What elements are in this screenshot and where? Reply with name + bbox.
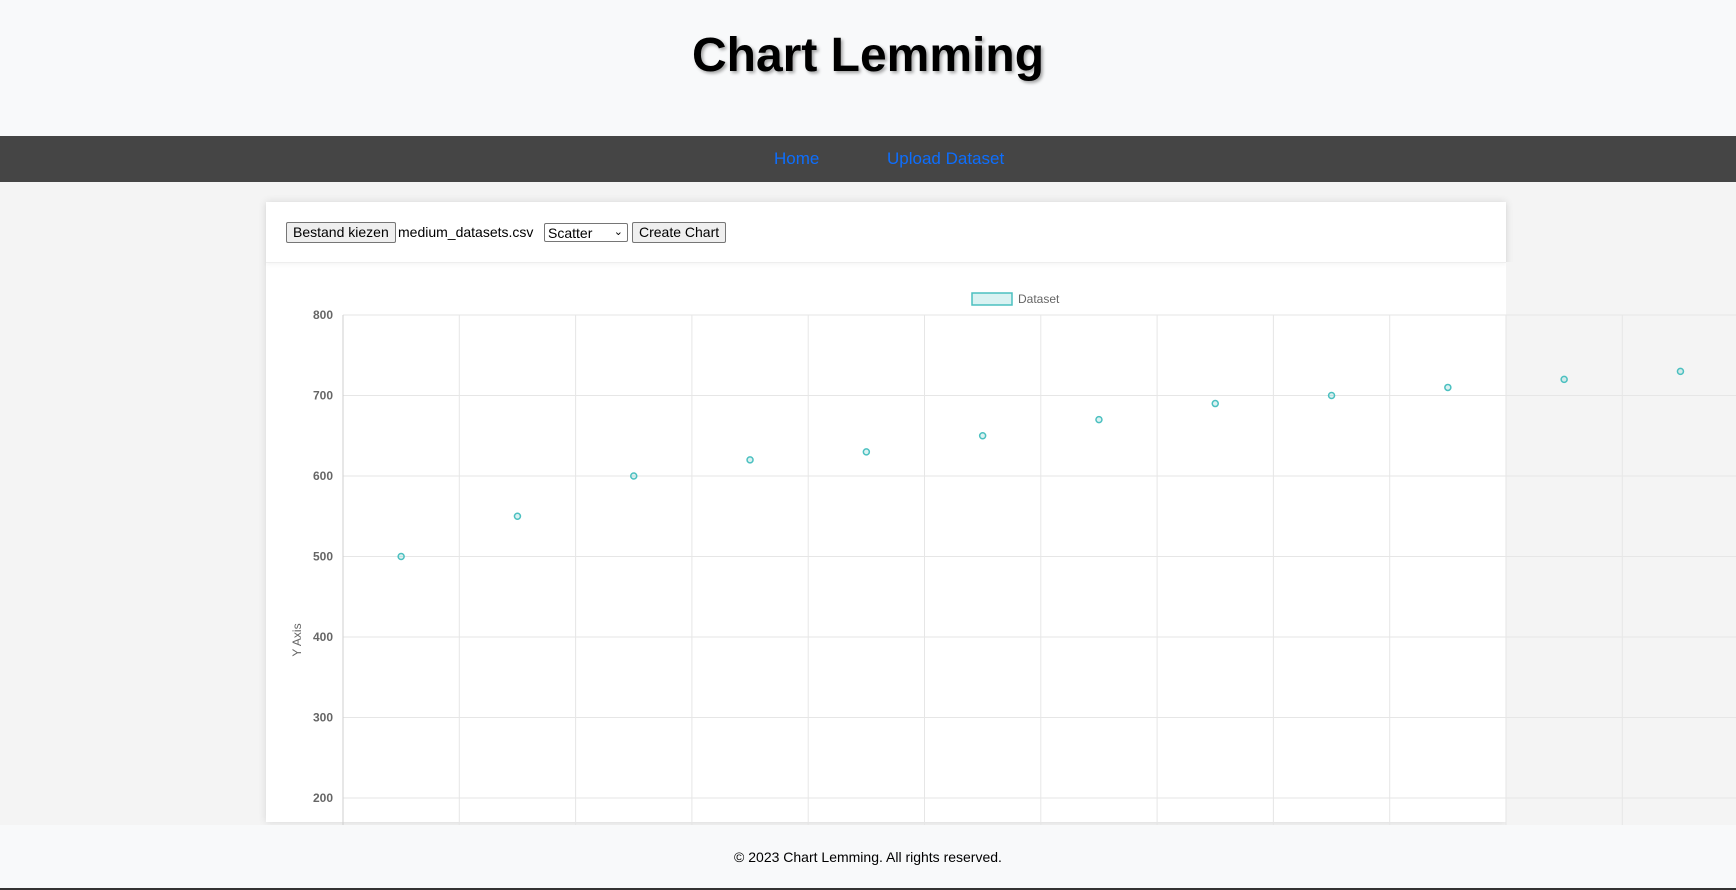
nav-link-home[interactable]: Home: [774, 149, 819, 169]
data-point: [1560, 375, 1568, 384]
site-footer: © 2023 Chart Lemming. All rights reserve…: [0, 825, 1736, 890]
create-chart-button[interactable]: Create Chart: [632, 222, 727, 243]
page-title: Chart Lemming: [691, 29, 1045, 82]
navbar: Home Upload Dataset: [0, 136, 1736, 182]
chart-controls: Bestand kiezen medium_datasets.csv Scatt…: [266, 202, 1506, 263]
data-point: [1676, 367, 1685, 376]
nav-link-upload-dataset[interactable]: Upload Dataset: [887, 149, 1004, 169]
chart-type-select[interactable]: Scatter ⌄: [544, 223, 628, 242]
copyright-text: © 2023 Chart Lemming. All rights reserve…: [734, 849, 1002, 865]
chart-overflow-bg: [1506, 262, 1736, 825]
chevron-down-icon: ⌄: [613, 226, 623, 238]
chart-card: Bestand kiezen medium_datasets.csv Scatt…: [266, 202, 1506, 822]
choose-file-button[interactable]: Bestand kiezen: [286, 222, 396, 243]
selected-file-name: medium_datasets.csv: [398, 224, 534, 240]
chart-type-value: Scatter: [548, 225, 593, 241]
site-header: Chart Lemming: [0, 0, 1736, 136]
